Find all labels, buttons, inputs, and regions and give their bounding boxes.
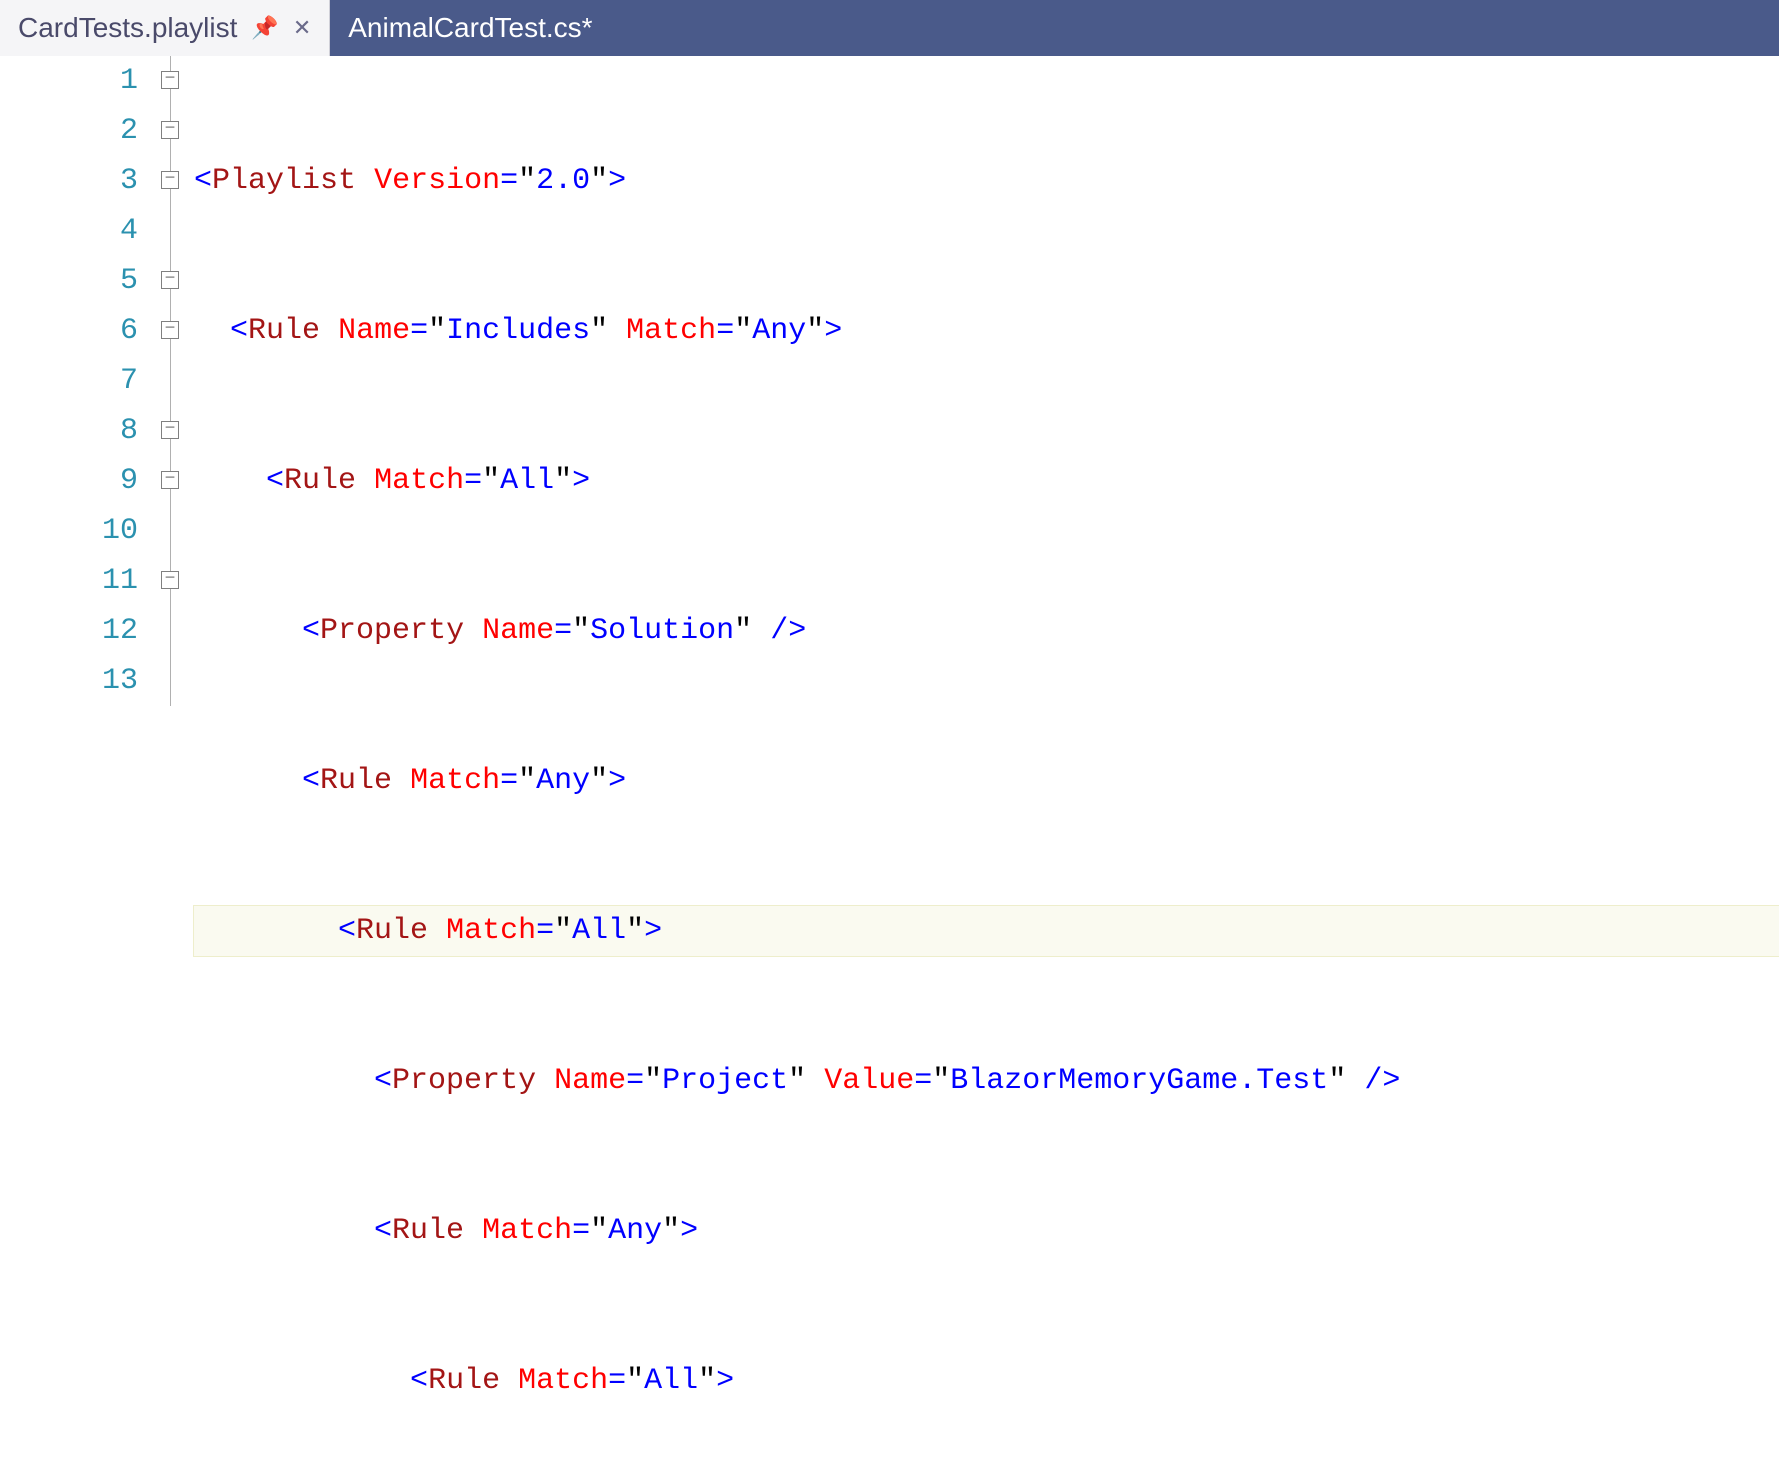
- code-area[interactable]: <Playlist Version="2.0"> <Rule Name="Inc…: [190, 56, 1779, 741]
- line-number: 5: [60, 256, 138, 306]
- line-number: 7: [60, 356, 138, 406]
- pin-icon[interactable]: 📌: [251, 15, 278, 41]
- tab-bar: CardTests.playlist 📌 ✕ AnimalCardTest.cs…: [0, 0, 1779, 56]
- code-editor[interactable]: 1 2 3 4 5 6 7 8 9 10 11 12 13 − − − − − …: [0, 56, 1779, 741]
- code-line[interactable]: <Rule Name="Includes" Match="Any">: [194, 306, 1779, 356]
- fold-toggle-icon[interactable]: −: [161, 421, 179, 439]
- line-number: 9: [60, 456, 138, 506]
- code-line[interactable]: <Property Name="Project" Value="BlazorMe…: [194, 1056, 1779, 1106]
- line-number: 8: [60, 406, 138, 456]
- fold-toggle-icon[interactable]: −: [161, 471, 179, 489]
- outlining-margin: − − − − − − − −: [150, 56, 190, 741]
- line-number: 13: [60, 656, 138, 706]
- fold-toggle-icon[interactable]: −: [161, 121, 179, 139]
- line-number: 1: [60, 56, 138, 106]
- fold-toggle-icon[interactable]: −: [161, 171, 179, 189]
- fold-toggle-icon[interactable]: −: [161, 321, 179, 339]
- line-number: 4: [60, 206, 138, 256]
- tab-label: CardTests.playlist: [18, 12, 237, 44]
- fold-toggle-icon[interactable]: −: [161, 271, 179, 289]
- fold-toggle-icon[interactable]: −: [161, 571, 179, 589]
- code-line[interactable]: <Property Name="Solution" />: [194, 606, 1779, 656]
- tab-animalcardtest[interactable]: AnimalCardTest.cs*: [330, 0, 610, 56]
- line-number: 3: [60, 156, 138, 206]
- code-line[interactable]: <Rule Match="Any">: [194, 756, 1779, 806]
- line-number: 6: [60, 306, 138, 356]
- line-number: 11: [60, 556, 138, 606]
- tab-label: AnimalCardTest.cs*: [348, 12, 592, 44]
- line-number: 2: [60, 106, 138, 156]
- line-number-margin: 1 2 3 4 5 6 7 8 9 10 11 12 13: [60, 56, 150, 741]
- code-line[interactable]: <Rule Match="All">: [194, 906, 1779, 956]
- code-line[interactable]: <Rule Match="All">: [194, 1356, 1779, 1406]
- editor-gutter: [0, 56, 60, 741]
- close-icon[interactable]: ✕: [293, 15, 311, 41]
- line-number: 12: [60, 606, 138, 656]
- fold-toggle-icon[interactable]: −: [161, 71, 179, 89]
- code-line[interactable]: <Playlist Version="2.0">: [194, 156, 1779, 206]
- line-number: 10: [60, 506, 138, 556]
- code-line[interactable]: <Rule Match="All">: [194, 456, 1779, 506]
- tab-cardtests-playlist[interactable]: CardTests.playlist 📌 ✕: [0, 0, 330, 56]
- code-line[interactable]: <Rule Match="Any">: [194, 1206, 1779, 1256]
